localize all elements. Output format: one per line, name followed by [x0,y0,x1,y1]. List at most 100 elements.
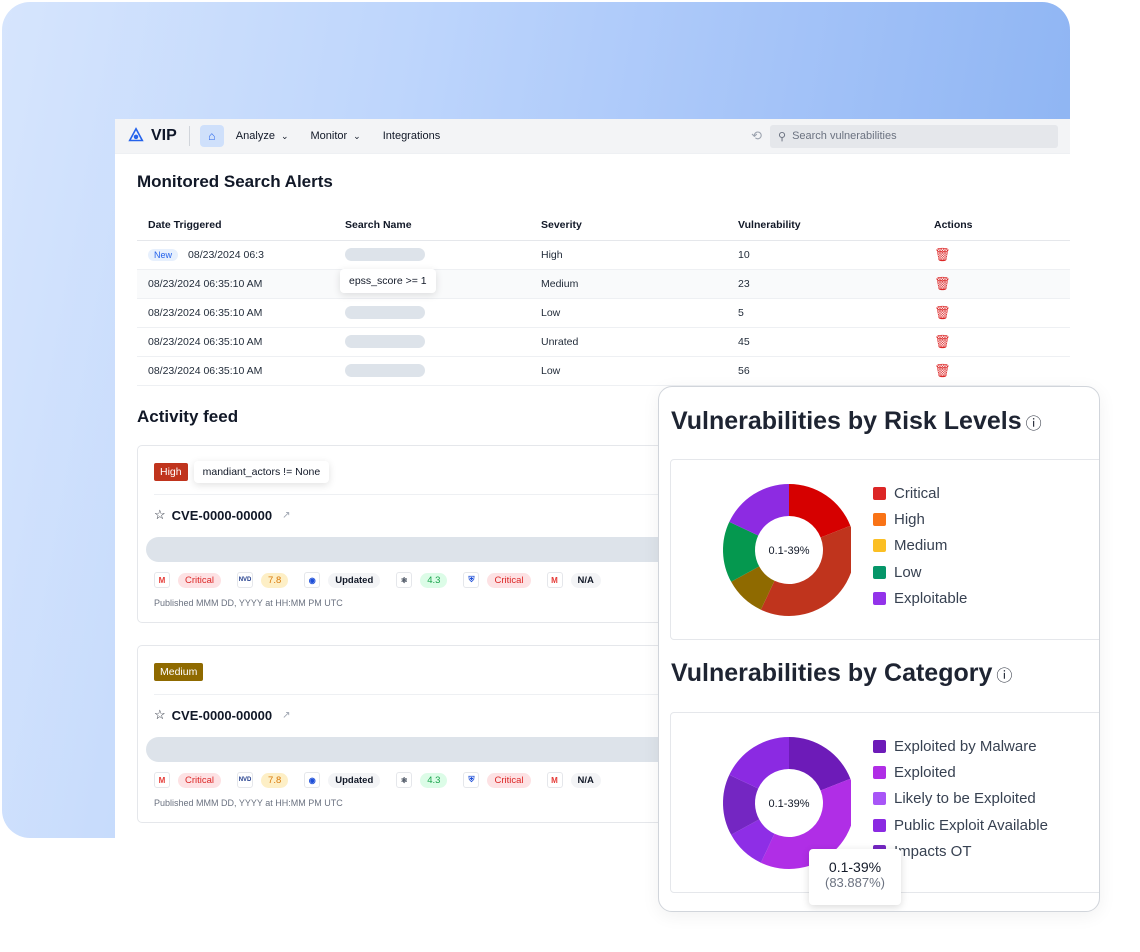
trash-icon[interactable]: 🗑︎ [934,247,951,262]
external-link-icon[interactable]: ↗ [282,510,290,521]
source-row: M Critical NVD 7.8 ◉ Updated ⚛ 4.3 ⛨ Critical M N/A [154,572,660,588]
source-badge: Updated [328,572,381,588]
search-placeholder: Search vulnerabilities [792,130,897,142]
search-name-cell[interactable] [334,327,530,357]
risk-chart-title: Vulnerabilities by Risk Levels ⓘ [671,407,1042,436]
legend-label: Medium [894,537,948,555]
trash-icon[interactable]: 🗑︎ [934,276,951,291]
severity-cell: Low [530,356,727,386]
logo-text: VIP [151,127,177,144]
cisa-icon: ◉ [304,572,321,588]
legend-label: Likely to be Exploited [894,790,1036,808]
actions-cell: 🗑︎ [923,269,1070,299]
date-cell: New 08/23/2024 06:3 [137,240,334,270]
chevron-down-icon: ⌄ [353,131,361,141]
date-text: 08/23/2024 06:3 [188,248,264,261]
legend-item[interactable]: Public Exploit Available [873,812,1048,838]
source-badge: Critical [178,772,222,788]
table-row[interactable]: 08/23/2024 06:35:10 AM Medium 23 🗑︎ [137,269,1070,299]
legend-label: Exploited by Malware [894,737,1037,755]
col-search-name[interactable]: Search Name [334,210,530,241]
legend-label: Exploited [894,764,956,782]
legend-swatch [873,766,886,780]
search-name-cell[interactable] [334,240,530,270]
source-badge: Critical [178,572,222,588]
date-text: 08/23/2024 06:35:10 AM [148,364,263,377]
actions-cell: 🗑︎ [923,240,1070,270]
donut-center-label: 0.1-39% [769,545,810,557]
date-cell: 08/23/2024 06:35:10 AM [137,327,334,357]
col-vulnerability[interactable]: Vulnerability [727,210,923,241]
trash-icon[interactable]: 🗑︎ [934,305,951,320]
source-badge: Updated [328,772,381,788]
trash-icon[interactable]: 🗑︎ [934,334,951,349]
cve-id[interactable]: CVE-0000-00000 [172,508,272,523]
nav-integrations[interactable]: Integrations [383,130,440,142]
donut-slice[interactable] [760,525,851,616]
nav-monitor[interactable]: Monitor ⌄ [310,130,360,142]
legend-item[interactable]: Medium [873,533,967,559]
severity-badge: Medium [154,663,204,681]
charts-panel: Vulnerabilities by Risk Levels ⓘ 0.1-39% … [658,386,1100,912]
cisa-icon: ◉ [304,772,321,788]
source-badge: Critical [487,772,531,788]
legend-label: Public Exploit Available [894,816,1048,834]
trash-icon[interactable]: 🗑︎ [934,363,951,378]
actions-cell: 🗑︎ [923,298,1070,328]
legend-item[interactable]: Critical [873,480,967,506]
table-row[interactable]: New 08/23/2024 06:3 High 10 🗑︎ [137,240,1070,270]
source-badge: 4.3 [420,572,448,588]
activity-card: High mandiant_actors != None ☆ CVE-0000-0… [137,445,677,623]
source-badge: N/A [570,772,601,788]
legend-item[interactable]: Exploited by Malware [873,733,1048,759]
title-text: Vulnerabilities by Risk Levels [671,407,1022,435]
legend-label: Exploitable [894,590,968,608]
legend-item[interactable]: High [873,506,967,532]
cve-id[interactable]: CVE-0000-00000 [172,708,272,723]
search-input[interactable]: ⚲ Search vulnerabilities [770,124,1058,148]
published-date: Published MMM DD, YYYY at HH:MM PM UTC [154,598,343,608]
col-date[interactable]: Date Triggered [137,210,334,241]
legend-label: Critical [894,484,940,502]
info-icon[interactable]: ⓘ [1026,416,1042,433]
nav-label: Monitor [310,130,348,142]
legend-swatch [873,513,886,527]
search-name-placeholder [345,364,425,377]
search-name-cell[interactable] [334,298,530,328]
nav-analyze[interactable]: Analyze ⌄ [236,130,289,142]
search-name-cell[interactable] [334,356,530,386]
legend-label: Impacts OT [894,843,972,861]
donut-center-label: 0.1-39% [769,798,810,810]
source-badge: 7.8 [261,772,289,788]
col-severity[interactable]: Severity [530,210,727,241]
info-icon[interactable]: ⓘ [996,668,1012,685]
vulnerability-cell: 23 [727,269,923,299]
legend-item[interactable]: Likely to be Exploited [873,786,1048,812]
home-icon: ⌂ [208,129,216,143]
table-row[interactable]: 08/23/2024 06:35:10 AM Low 5 🗑︎ [137,298,1070,328]
star-icon[interactable]: ☆ [154,707,166,723]
atom-icon: ⚛ [396,572,413,588]
star-icon[interactable]: ☆ [154,507,166,523]
mandiant-icon: M [154,572,170,588]
divider [154,694,660,695]
source-badge: 4.3 [420,772,448,788]
published-date: Published MMM DD, YYYY at HH:MM PM UTC [154,798,343,808]
legend-item[interactable]: Exploitable [873,586,967,612]
legend-item[interactable]: Exploited [873,759,1048,785]
legend-item[interactable]: Low [873,559,967,585]
source-row: M Critical NVD 7.8 ◉ Updated ⚛ 4.3 ⛨ Critical M N/A [154,772,660,788]
description-placeholder [146,537,677,562]
title-text: Vulnerabilities by Category [671,659,993,687]
home-button[interactable]: ⌂ [199,125,224,147]
actions-cell: 🗑︎ [923,327,1070,357]
table-row[interactable]: 08/23/2024 06:35:10 AM Unrated 45 🗑︎ [137,327,1070,357]
legend-label: High [894,511,925,529]
external-link-icon[interactable]: ↗ [282,710,290,721]
tooltip-label: 0.1-39% [828,859,882,875]
table-row[interactable]: 08/23/2024 06:35:10 AM Low 56 🗑︎ [137,356,1070,386]
date-text: 08/23/2024 06:35:10 AM [148,277,263,290]
logo[interactable]: VIP [127,126,190,146]
severity-cell: Medium [530,269,727,299]
history-icon[interactable]: ⟲ [751,128,762,144]
